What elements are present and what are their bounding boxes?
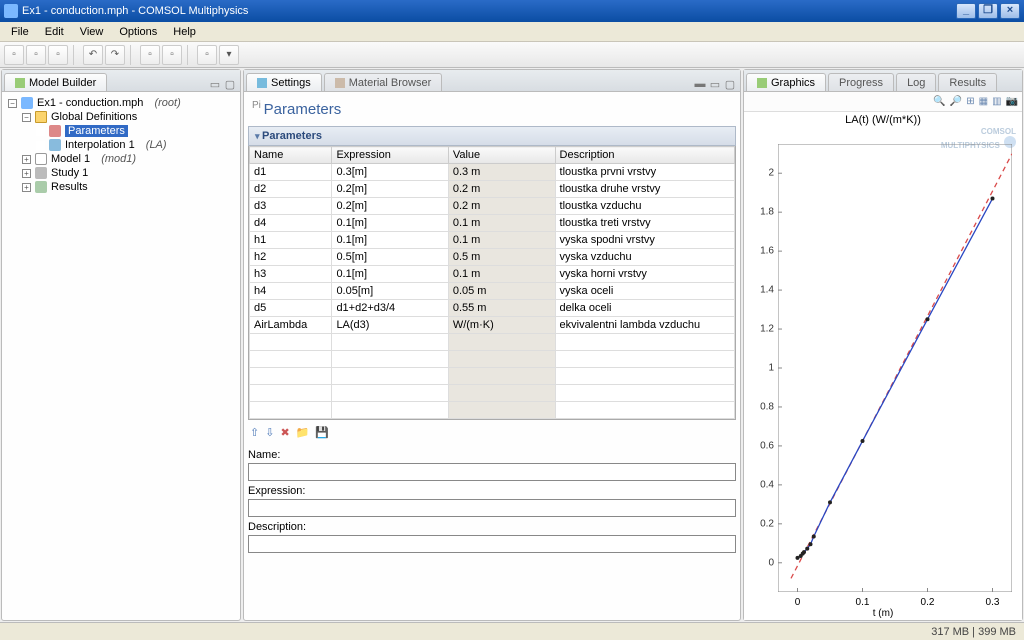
table-row[interactable]: d10.3[m]0.3 mtloustka prvni vrstvy	[250, 164, 735, 181]
tab-progress[interactable]: Progress	[828, 73, 894, 91]
snapshot-icon[interactable]: 📷	[1006, 96, 1018, 107]
page-title: Parameters	[248, 94, 736, 126]
tab-settings[interactable]: Settings	[246, 73, 322, 91]
app-icon	[4, 4, 18, 18]
menu-help[interactable]: Help	[166, 24, 203, 40]
model-builder-icon	[15, 78, 25, 88]
parameters-table[interactable]: Name Expression Value Description d10.3[…	[248, 146, 736, 420]
name-field[interactable]	[248, 463, 736, 481]
menu-edit[interactable]: Edit	[38, 24, 71, 40]
save-icon[interactable]: 💾	[315, 426, 329, 439]
model-builder-panel: Model Builder ▭ ▢ − Ex1 - conduction.mph…	[1, 69, 241, 621]
table-row[interactable]: d5d1+d2+d3/40.55 mdelka oceli	[250, 300, 735, 317]
new-button[interactable]: ▫	[4, 45, 24, 65]
main-toolbar: ▫ ▫ ▫ ↶ ↷ ▫ ▫ ▫ ▾	[0, 42, 1024, 68]
zoom-in-icon[interactable]: 🔍	[933, 96, 945, 107]
tab-log[interactable]: Log	[896, 73, 936, 91]
tree-parameters[interactable]: Parameters	[65, 125, 128, 137]
move-up-icon[interactable]: ⇧	[250, 426, 259, 439]
parameters-section-toggle[interactable]: Parameters	[248, 126, 736, 146]
zoom-extents-icon[interactable]: ⊞	[966, 96, 974, 107]
menu-options[interactable]: Options	[112, 24, 164, 40]
redo-button[interactable]: ↷	[105, 45, 125, 65]
memory-status: 317 MB | 399 MB	[931, 626, 1016, 638]
menubar: File Edit View Options Help	[0, 22, 1024, 42]
tab-material-browser[interactable]: Material Browser	[324, 73, 443, 91]
panel-menu-icon[interactable]: ▬	[694, 78, 706, 91]
open-button[interactable]: ▫	[26, 45, 46, 65]
graphics-panel: Graphics Progress Log Results 🔍 🔎 ⊞ ▦ ▥ …	[743, 69, 1023, 621]
window-titlebar: Ex1 - conduction.mph - COMSOL Multiphysi…	[0, 0, 1024, 22]
copy-button[interactable]: ▫	[140, 45, 160, 65]
model-tree[interactable]: − Ex1 - conduction.mph (root) − Global D…	[2, 92, 240, 198]
tab-results[interactable]: Results	[938, 73, 997, 91]
settings-panel: Settings Material Browser ▬ ▭ ▢ Paramete…	[243, 69, 741, 621]
plot-area[interactable]: LA(t) (W/(m*K)) COMSOLMULTIPHYSICS t (m)…	[744, 112, 1022, 620]
load-icon[interactable]: 📁	[296, 426, 310, 439]
statusbar: 317 MB | 399 MB	[0, 622, 1024, 640]
description-field[interactable]	[248, 535, 736, 553]
x-axis-label: t (m)	[873, 608, 894, 619]
table-row[interactable]: h10.1[m]0.1 mvyska spodni vrstvy	[250, 232, 735, 249]
undo-button[interactable]: ↶	[83, 45, 103, 65]
delete-row-icon[interactable]: ✖	[280, 426, 289, 439]
minimize-panel-icon[interactable]: ▭	[209, 78, 221, 91]
dropdown-icon[interactable]: ▾	[219, 45, 239, 65]
table-row[interactable]: h30.1[m]0.1 mvyska horni vrstvy	[250, 266, 735, 283]
table-row[interactable]: d20.2[m]0.2 mtloustka druhe vrstvy	[250, 181, 735, 198]
maximize-panel-icon[interactable]: ▢	[224, 78, 236, 91]
paste-button[interactable]: ▫	[162, 45, 182, 65]
run-button[interactable]: ▫	[197, 45, 217, 65]
table-row[interactable]: d40.1[m]0.1 mtloustka treti vrstvy	[250, 215, 735, 232]
tab-graphics[interactable]: Graphics	[746, 73, 826, 91]
panel-min-icon[interactable]: ▭	[709, 78, 721, 91]
settings-icon	[257, 78, 267, 88]
move-down-icon[interactable]: ⇩	[265, 426, 274, 439]
select-icon[interactable]: ▥	[992, 96, 1001, 107]
close-button[interactable]: ×	[1000, 3, 1020, 19]
panel-max-icon[interactable]: ▢	[724, 78, 736, 91]
tab-model-builder[interactable]: Model Builder	[4, 73, 107, 91]
graphics-toolbar: 🔍 🔎 ⊞ ▦ ▥ 📷	[744, 92, 1022, 112]
zoom-box-icon[interactable]: ▦	[979, 96, 988, 107]
table-row[interactable]: d30.2[m]0.2 mtloustka vzduchu	[250, 198, 735, 215]
window-title: Ex1 - conduction.mph - COMSOL Multiphysi…	[22, 5, 956, 17]
plot-title: LA(t) (W/(m*K))	[744, 112, 1022, 128]
minimize-button[interactable]: _	[956, 3, 976, 19]
maximize-button[interactable]: ❐	[978, 3, 998, 19]
save-button[interactable]: ▫	[48, 45, 68, 65]
graphics-icon	[757, 78, 767, 88]
menu-file[interactable]: File	[4, 24, 36, 40]
expression-field[interactable]	[248, 499, 736, 517]
zoom-out-icon[interactable]: 🔎	[950, 96, 962, 107]
table-row[interactable]: AirLambdaLA(d3)W/(m·K)ekvivalentni lambd…	[250, 317, 735, 334]
menu-view[interactable]: View	[73, 24, 111, 40]
table-row[interactable]: h40.05[m]0.05 mvyska oceli	[250, 283, 735, 300]
material-icon	[335, 78, 345, 88]
table-row[interactable]: h20.5[m]0.5 mvyska vzduchu	[250, 249, 735, 266]
